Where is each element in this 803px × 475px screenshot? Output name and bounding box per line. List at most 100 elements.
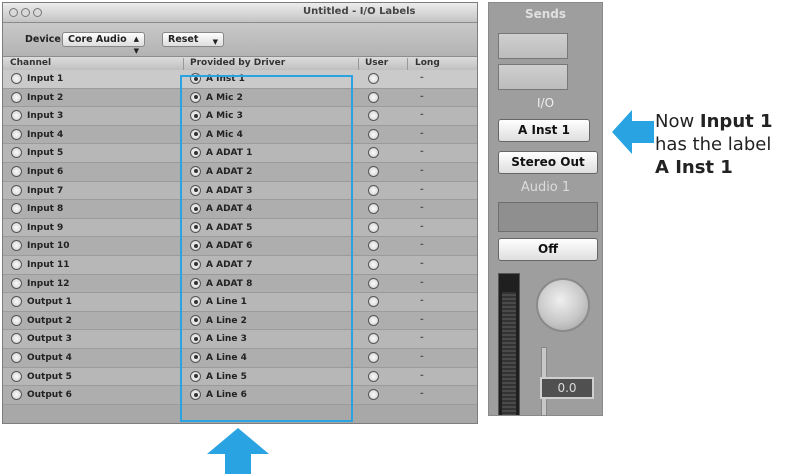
channel-name: Input 3 <box>27 111 64 122</box>
user-label-radio[interactable] <box>368 91 379 103</box>
channel-name: Input 11 <box>27 259 70 270</box>
user-label-radio[interactable] <box>368 277 379 289</box>
channel-name: Input 1 <box>27 74 64 84</box>
channel-name: Output 2 <box>27 315 72 326</box>
channel-name: Input 7 <box>27 185 64 196</box>
user-label-radio[interactable] <box>368 296 379 308</box>
column-header-driver[interactable]: Provided by Driver <box>190 58 285 68</box>
reset-popup[interactable]: Reset ▼ <box>162 32 224 47</box>
user-label-radio[interactable] <box>368 203 379 215</box>
long-label[interactable]: - <box>420 389 424 399</box>
arrow-up-icon <box>207 428 269 474</box>
long-label[interactable]: - <box>420 203 424 213</box>
group-slot[interactable] <box>498 202 598 232</box>
channel-name: Input 12 <box>27 278 70 289</box>
long-label[interactable]: - <box>420 333 424 343</box>
long-label[interactable]: - <box>420 147 424 157</box>
long-label[interactable]: - <box>420 371 424 381</box>
long-label[interactable]: - <box>420 92 424 102</box>
driver-column-highlight <box>180 75 353 422</box>
note-label-name: A Inst 1 <box>655 157 733 178</box>
user-label-radio[interactable] <box>368 370 379 382</box>
channel-name: Output 6 <box>27 390 72 401</box>
user-label-radio[interactable] <box>368 165 379 177</box>
user-label-radio[interactable] <box>368 128 379 140</box>
toolbar: Device: Core Audio ▲ ▼ Reset ▼ <box>3 23 477 57</box>
long-label[interactable]: - <box>420 73 424 83</box>
user-label-radio[interactable] <box>368 240 379 252</box>
user-label-radio[interactable] <box>368 110 379 122</box>
channel-radio[interactable] <box>11 184 22 196</box>
channel-name: Input 9 <box>27 222 64 233</box>
user-label-radio[interactable] <box>368 389 379 401</box>
user-label-radio[interactable] <box>368 351 379 363</box>
annotation-note: Now Input 1 has the label A Inst 1 <box>655 110 773 179</box>
channel-radio[interactable] <box>11 277 22 289</box>
channel-name-label: Audio 1 <box>520 180 571 195</box>
channel-name: Output 5 <box>27 371 72 382</box>
volume-value: 0.0 <box>540 377 594 399</box>
channel-radio[interactable] <box>11 258 22 270</box>
automation-mode-button[interactable]: Off <box>498 238 598 261</box>
long-label[interactable]: - <box>420 315 424 325</box>
note-prefix: Now <box>655 111 700 132</box>
zoom-window-button[interactable] <box>33 8 42 17</box>
long-label[interactable]: - <box>420 259 424 269</box>
channel-radio[interactable] <box>11 203 22 215</box>
user-label-radio[interactable] <box>368 333 379 345</box>
channel-name: Output 1 <box>27 297 72 308</box>
channel-radio[interactable] <box>11 221 22 233</box>
channel-name: Input 6 <box>27 166 64 177</box>
channel-radio[interactable] <box>11 110 22 122</box>
long-label[interactable]: - <box>420 185 424 195</box>
user-label-radio[interactable] <box>368 73 379 84</box>
pan-knob[interactable] <box>536 278 590 332</box>
minimize-window-button[interactable] <box>21 8 30 17</box>
window-title: Untitled - I/O Labels <box>303 6 416 17</box>
user-label-radio[interactable] <box>368 221 379 233</box>
long-label[interactable]: - <box>420 110 424 120</box>
io-label: I/O <box>536 96 555 110</box>
channel-name: Input 5 <box>27 148 64 159</box>
output-slot-button[interactable]: Stereo Out <box>498 151 598 174</box>
channel-name: Input 10 <box>27 241 70 252</box>
channel-radio[interactable] <box>11 389 22 401</box>
long-label[interactable]: - <box>420 278 424 288</box>
channel-name: Output 3 <box>27 334 72 345</box>
channel-name: Output 4 <box>27 352 72 363</box>
send-slot-2[interactable] <box>498 64 568 90</box>
chevron-down-icon: ▼ <box>212 38 218 46</box>
channel-radio[interactable] <box>11 73 22 84</box>
user-label-radio[interactable] <box>368 184 379 196</box>
close-window-button[interactable] <box>9 8 18 17</box>
channel-radio[interactable] <box>11 240 22 252</box>
long-label[interactable]: - <box>420 222 424 232</box>
channel-radio[interactable] <box>11 370 22 382</box>
column-header-user[interactable]: User <box>365 58 388 68</box>
input-slot-button[interactable]: A Inst 1 <box>498 119 590 142</box>
note-input-name: Input 1 <box>699 111 773 132</box>
column-header-long[interactable]: Long <box>415 58 440 68</box>
channel-radio[interactable] <box>11 296 22 308</box>
long-label[interactable]: - <box>420 352 424 362</box>
long-label[interactable]: - <box>420 296 424 306</box>
column-header-channel[interactable]: Channel <box>10 58 51 68</box>
channel-radio[interactable] <box>11 314 22 326</box>
user-label-radio[interactable] <box>368 147 379 159</box>
long-label[interactable]: - <box>420 166 424 176</box>
channel-radio[interactable] <box>11 165 22 177</box>
send-slot-1[interactable] <box>498 33 568 59</box>
channel-radio[interactable] <box>11 91 22 103</box>
channel-radio[interactable] <box>11 351 22 363</box>
channel-radio[interactable] <box>11 128 22 140</box>
reset-popup-label: Reset <box>168 34 199 45</box>
arrow-left-icon <box>612 110 654 154</box>
channel-radio[interactable] <box>11 333 22 345</box>
title-bar: Untitled - I/O Labels <box>3 3 477 23</box>
long-label[interactable]: - <box>420 129 424 139</box>
user-label-radio[interactable] <box>368 258 379 270</box>
user-label-radio[interactable] <box>368 314 379 326</box>
channel-radio[interactable] <box>11 147 22 159</box>
device-popup[interactable]: Core Audio ▲ ▼ <box>62 32 145 55</box>
long-label[interactable]: - <box>420 240 424 250</box>
